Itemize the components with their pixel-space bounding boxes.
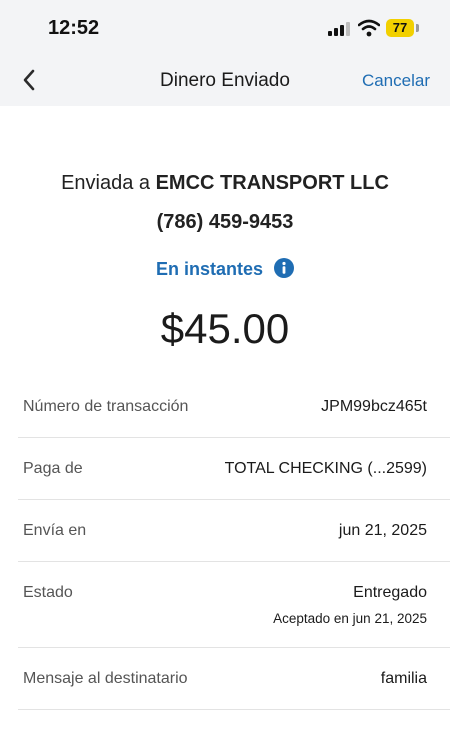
amount: $45.00 xyxy=(160,305,290,352)
detail-label: Mensaje al destinatario xyxy=(23,670,188,687)
nav-bar: Dinero Enviado Cancelar xyxy=(0,56,450,106)
recipient-phone: (786) 459-9453 xyxy=(156,211,294,233)
detail-label: Envía en xyxy=(23,522,87,539)
detail-label: Número de transacción xyxy=(23,398,189,415)
delivery-speed-label: En instantes xyxy=(155,258,263,279)
status-value: Entregado xyxy=(353,584,427,601)
wifi-icon xyxy=(358,19,380,37)
cellular-signal-icon xyxy=(328,22,350,36)
detail-value: JPM99bcz465t xyxy=(321,398,427,415)
detail-row-pay-from: Paga de TOTAL CHECKING (...2599) xyxy=(18,438,450,500)
detail-row-status: Estado Entregado Aceptado en jun 21, 202… xyxy=(18,562,450,648)
detail-value: TOTAL CHECKING (...2599) xyxy=(224,460,427,477)
battery-tip xyxy=(416,24,419,32)
transaction-details: Número de transacción JPM99bcz465t Paga … xyxy=(18,376,450,710)
recipient-line: Enviada a EMCC TRANSPORT LLC xyxy=(0,172,450,195)
status-time: 12:52 xyxy=(48,17,100,39)
detail-value: jun 21, 2025 xyxy=(338,522,427,539)
recipient-name: EMCC TRANSPORT LLC xyxy=(155,172,389,194)
status-bar: 12:52 77 xyxy=(0,0,450,56)
detail-row-send-date: Envía en jun 21, 2025 xyxy=(18,500,450,562)
detail-row-transaction-number: Número de transacción JPM99bcz465t xyxy=(18,376,450,438)
sent-to-prefix: Enviada a xyxy=(61,172,151,194)
delivery-speed: En instantes xyxy=(0,258,450,280)
detail-label: Paga de xyxy=(23,460,83,477)
cancel-button[interactable]: Cancelar xyxy=(362,71,430,91)
battery-icon: 77 xyxy=(386,19,414,37)
detail-value: familia xyxy=(380,670,427,687)
detail-row-message: Mensaje al destinatario familia xyxy=(18,648,450,710)
status-subtext: Aceptado en jun 21, 2025 xyxy=(273,611,427,626)
detail-label: Estado xyxy=(23,584,73,601)
info-icon[interactable] xyxy=(274,258,295,279)
